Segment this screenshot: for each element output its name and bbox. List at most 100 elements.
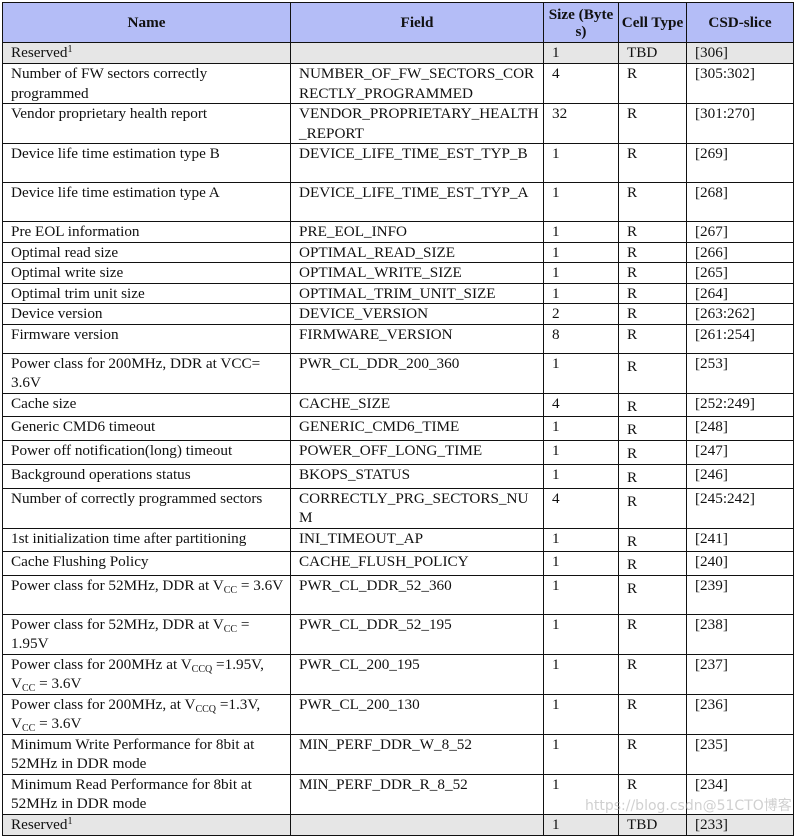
cell-size: 1 xyxy=(543,574,619,615)
cell-size: 1 xyxy=(543,693,619,735)
cell-csd-slice: [261:254] xyxy=(686,323,794,354)
cell-name: Power class for 200MHz, at VCCQ =1.3V, V… xyxy=(2,693,291,735)
cell-type: R xyxy=(618,352,687,394)
name-text: Generic CMD6 timeout xyxy=(11,418,156,435)
cell-name: Optimal write size xyxy=(2,262,291,284)
cell-size: 1 xyxy=(543,527,619,552)
cell-size: 4 xyxy=(543,392,619,417)
table-row: Power class for 200MHz, at VCCQ =1.3V, V… xyxy=(2,693,794,735)
cell-field: INI_TIMEOUT_AP xyxy=(290,527,544,552)
header-cell-type: Cell Type xyxy=(618,2,687,43)
cell-csd-slice: [269] xyxy=(686,143,794,183)
cell-csd-slice: [305:302] xyxy=(686,63,794,104)
name-text: Optimal write size xyxy=(11,264,124,281)
subscript: CCQ xyxy=(195,703,217,715)
cell-type: R xyxy=(618,392,687,417)
cell-field: NUMBER_OF_FW_SECTORS_CORRECTLY_PROGRAMME… xyxy=(290,63,544,104)
cell-name: Generic CMD6 timeout xyxy=(2,416,291,441)
subscript: CC xyxy=(21,683,36,694)
table-row: Background operations status BKOPS_STATUS… xyxy=(2,463,794,489)
name-text: Power class for 200MHz at V xyxy=(11,655,192,673)
cell-type: R xyxy=(618,613,687,655)
cell-field: OPTIMAL_TRIM_UNIT_SIZE xyxy=(290,282,544,304)
cell-field: PWR_CL_DDR_52_195 xyxy=(290,613,544,655)
cell-size: 1 xyxy=(543,813,619,836)
cell-name: Device life time estimation type A xyxy=(2,182,291,222)
cell-type: R xyxy=(618,282,687,304)
cell-name: Reserved1 xyxy=(2,42,291,64)
cell-type: R xyxy=(618,733,687,775)
table-row: Cache size CACHE_SIZE 4 R [252:249] xyxy=(2,392,794,417)
cell-size: 32 xyxy=(543,103,619,144)
cell-size: 1 xyxy=(543,653,619,695)
cell-csd-slice: [235] xyxy=(686,733,794,775)
cell-size: 1 xyxy=(543,282,619,304)
cell-field: PWR_CL_DDR_200_360 xyxy=(290,352,544,394)
cell-csd-slice: [263:262] xyxy=(686,303,794,325)
cell-field: CORRECTLY_PRG_SECTORS_NUM xyxy=(290,487,544,529)
cell-field: DEVICE_VERSION xyxy=(290,303,544,325)
cell-name: Power class for 200MHz at VCCQ =1.95V, V… xyxy=(2,653,291,695)
cell-size: 1 xyxy=(543,416,619,441)
cell-name: Minimum Read Performance for 8bit at 52M… xyxy=(2,773,291,815)
cell-csd-slice: [248] xyxy=(686,416,794,441)
table-row: Minimum Read Performance for 8bit at 52M… xyxy=(2,773,794,815)
name-text: = 3.6V xyxy=(35,715,82,732)
name-text: 1st initialization time after partitioni… xyxy=(11,529,247,547)
cell-name: Cache size xyxy=(2,392,291,417)
subscript: CC xyxy=(21,723,36,734)
header-size: Size (Bytes) xyxy=(543,2,619,43)
name-text: Minimum Read Performance for 8bit at 52M… xyxy=(11,775,252,813)
name-text: Reserved xyxy=(11,815,68,833)
name-text: Minimum Write Performance for 8bit at 52… xyxy=(11,735,255,773)
cell-csd-slice: [247] xyxy=(686,440,794,465)
cell-csd-slice: [233] xyxy=(686,813,794,836)
cell-name: Pre EOL information xyxy=(2,221,291,243)
table-row: Cache Flushing Policy CACHE_FLUSH_POLICY 1… xyxy=(2,551,794,576)
table-row: Number of FW sectors correctly programme… xyxy=(2,63,794,104)
cell-csd-slice: [265] xyxy=(686,262,794,284)
cell-size: 1 xyxy=(543,221,619,243)
table-row: Number of correctly programmed sectors CO… xyxy=(2,487,794,529)
cell-type: R xyxy=(618,693,687,735)
cell-name: Cache Flushing Policy xyxy=(2,551,291,576)
cell-csd-slice: [238] xyxy=(686,613,794,655)
footnote-marker: 1 xyxy=(67,815,73,827)
name-text: = 3.6V xyxy=(35,675,82,692)
cell-type: R xyxy=(618,262,687,284)
cell-size: 4 xyxy=(543,63,619,104)
cell-name: Reserved1 xyxy=(2,813,291,836)
table-row: Power off notification(long) timeout POWE… xyxy=(2,440,794,465)
name-text: Optimal trim unit size xyxy=(11,284,145,302)
table-body: Reserved1 1 TBD [306] Number of FW sectors c… xyxy=(2,42,794,836)
cell-field: CACHE_SIZE xyxy=(290,392,544,417)
cell-type: R xyxy=(618,103,687,144)
name-text: Cache size xyxy=(11,394,77,412)
cell-name: Device life time estimation type B xyxy=(2,143,291,183)
name-text: Cache Flushing Policy xyxy=(11,553,149,570)
cell-csd-slice: [301:270] xyxy=(686,103,794,144)
cell-name: Power class for 52MHz, DDR at VCC = 1.95… xyxy=(2,613,291,655)
table-row: Firmware version FIRMWARE_VERSION 8 R [261:2… xyxy=(2,323,794,354)
name-text: Number of correctly programmed sectors xyxy=(11,489,263,507)
cell-name: Minimum Write Performance for 8bit at 52… xyxy=(2,733,291,775)
table-row: Power class for 52MHz, DDR at VCC = 1.95… xyxy=(2,613,794,655)
cell-field: FIRMWARE_VERSION xyxy=(290,323,544,354)
cell-type: TBD xyxy=(618,813,687,836)
cell-type: R xyxy=(618,773,687,815)
cell-field: VENDOR_PROPRIETARY_HEALTH_REPORT xyxy=(290,103,544,144)
cell-name: Optimal read size xyxy=(2,241,291,263)
cell-field: PRE_EOL_INFO xyxy=(290,221,544,243)
table-row: 1st initialization time after partitioni… xyxy=(2,527,794,552)
cell-type: R xyxy=(618,653,687,695)
cell-name: Power class for 200MHz, DDR at VCC= 3.6V xyxy=(2,352,291,394)
cell-name: Power class for 52MHz, DDR at VCC = 3.6V xyxy=(2,574,291,615)
cell-type: R xyxy=(618,182,687,222)
cell-type: R xyxy=(618,323,687,354)
cell-name: Device version xyxy=(2,303,291,325)
table-row: Power class for 200MHz at VCCQ =1.95V, V… xyxy=(2,653,794,695)
cell-name: Vendor proprietary health report xyxy=(2,103,291,144)
name-text: Device life time estimation type B xyxy=(11,145,220,162)
name-text: = 3.6V xyxy=(237,576,284,594)
table-row: Optimal trim unit size OPTIMAL_TRIM_UNIT_… xyxy=(2,282,794,304)
